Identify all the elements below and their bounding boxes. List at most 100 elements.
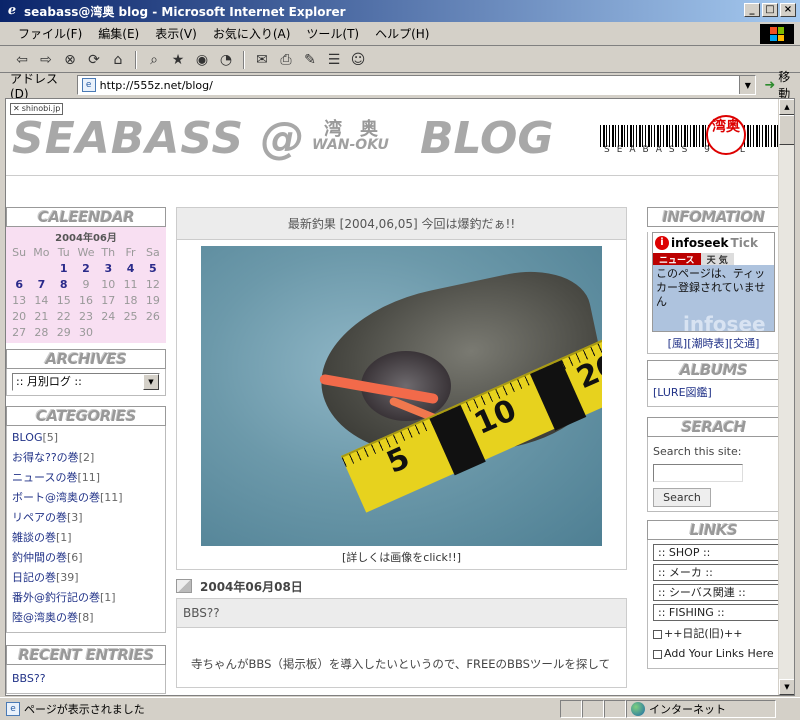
category-item[interactable]: 釣仲間の巻[6] — [12, 548, 160, 568]
print-icon[interactable]: ⎙ — [276, 50, 296, 70]
calendar-day[interactable]: 2 — [75, 262, 97, 275]
done-icon: e — [6, 702, 20, 716]
edit-icon[interactable]: ✎ — [300, 50, 320, 70]
close-button[interactable]: × — [780, 3, 796, 17]
info-links[interactable]: [風][潮時表][交通] — [648, 332, 779, 353]
infoseek-widget[interactable]: i infoseek Tick ニュース 天 気 このページは、ティッカー登録さ… — [652, 232, 775, 332]
globe-icon — [631, 702, 645, 716]
information-title: INFOMATION — [647, 207, 780, 227]
maximize-button[interactable]: □ — [762, 3, 778, 17]
fish-photo[interactable]: 5 10 20 30 — [201, 246, 602, 546]
minimize-button[interactable]: _ — [744, 3, 760, 17]
calendar-dow: Sa — [145, 246, 160, 259]
category-item[interactable]: 日記の巻[39] — [12, 568, 160, 588]
link-old-diary[interactable]: ++日記(旧)++ — [653, 624, 779, 644]
tab-weather[interactable]: 天 気 — [700, 253, 734, 266]
menu-tools[interactable]: ツール(T) — [298, 25, 367, 42]
go-button[interactable]: ➜ 移動 — [764, 68, 800, 102]
link-seabass[interactable]: :: シーバス関連 :: — [653, 584, 779, 601]
back-icon[interactable]: ⇦ — [12, 50, 32, 70]
calendar-day: 16 — [78, 294, 93, 307]
calendar-day[interactable]: 7 — [30, 278, 52, 291]
scroll-thumb[interactable] — [779, 115, 794, 145]
calendar: 2004年06月 Su Mo Tu We Th Fr Sa 1 2 3 4 5 6 7 8 9 10 11 12 13… — [6, 227, 166, 343]
albums-title: ALBUMS — [647, 360, 780, 380]
calendar-day[interactable]: 4 — [119, 262, 141, 275]
photo-caption-link[interactable]: [詳しくは画像をclick!!] — [177, 549, 626, 565]
infoseek-ticker-label: Tick — [730, 236, 758, 250]
category-count: [39] — [56, 571, 79, 584]
media-icon[interactable]: ◉ — [192, 50, 212, 70]
recent-entry-link[interactable]: BBS?? — [12, 669, 160, 689]
menu-help[interactable]: ヘルプ(H) — [367, 25, 437, 42]
post-body: 寺ちゃんがBBS（掲示板）を導入したいというので、FREEのBBSツールを探して — [176, 628, 627, 688]
category-name: 雑談の巻 — [12, 531, 56, 544]
link-add-yours[interactable]: Add Your Links Here — [653, 644, 779, 664]
infoseek-logo-icon: i — [655, 236, 669, 250]
calendar-day — [97, 326, 119, 339]
mail-icon[interactable]: ✉ — [252, 50, 272, 70]
history-icon[interactable]: ◔ — [216, 50, 236, 70]
favorites-icon[interactable]: ★ — [168, 50, 188, 70]
calendar-title: CALEENDAR — [6, 207, 166, 227]
featured-post-title: 最新釣果 [2004,06,05] 今回は爆釣だぁ!! — [177, 208, 626, 240]
menu-view[interactable]: 表示(V) — [147, 25, 205, 42]
category-item[interactable]: ニュースの巻[11] — [12, 468, 160, 488]
calendar-day[interactable]: 3 — [97, 262, 119, 275]
link-shop[interactable]: :: SHOP :: — [653, 544, 779, 561]
scroll-down-icon[interactable]: ▼ — [779, 679, 794, 695]
category-item[interactable]: BLOG[5] — [12, 428, 160, 448]
category-item[interactable]: リペアの巻[3] — [12, 508, 160, 528]
category-item[interactable]: 番外@釣行記の巻[1] — [12, 588, 160, 608]
window-title: seabass@湾奥 blog - Microsoft Internet Exp… — [24, 4, 346, 19]
discuss-icon[interactable]: ☰ — [324, 50, 344, 70]
post-title[interactable]: BBS?? — [176, 598, 627, 628]
refresh-icon[interactable]: ⟳ — [84, 50, 104, 70]
calendar-day[interactable]: 5 — [142, 262, 164, 275]
album-link[interactable]: [LURE図鑑] — [653, 384, 774, 402]
archives-select[interactable]: :: 月別ログ :: ▼ — [12, 373, 160, 391]
calendar-day[interactable]: 1 — [53, 262, 75, 275]
categories-title: CATEGORIES — [6, 406, 166, 426]
search-button[interactable]: Search — [653, 488, 711, 507]
address-dropdown-icon[interactable]: ▼ — [739, 76, 756, 94]
category-item[interactable]: ボート@湾奥の巻[11] — [12, 488, 160, 508]
search-icon[interactable]: ⌕ — [144, 50, 164, 70]
hanko-seal: 湾奥 — [706, 115, 746, 155]
calendar-day: 14 — [34, 294, 49, 307]
address-input[interactable]: e http://555z.net/blog/ ▼ — [76, 75, 757, 95]
search-input[interactable] — [653, 464, 743, 482]
category-item[interactable]: 雑談の巻[1] — [12, 528, 160, 548]
menu-file[interactable]: ファイル(F) — [10, 25, 90, 42]
calendar-day[interactable]: 6 — [8, 278, 30, 291]
chevron-down-icon[interactable]: ▼ — [143, 374, 159, 390]
stop-icon[interactable]: ⊗ — [60, 50, 80, 70]
calendar-dow: Tu — [57, 246, 70, 259]
menu-edit[interactable]: 編集(E) — [90, 25, 147, 42]
featured-post: 最新釣果 [2004,06,05] 今回は爆釣だぁ!! 5 10 20 30 [… — [176, 207, 627, 570]
calendar-day: 23 — [78, 310, 93, 323]
category-count: [1] — [100, 591, 116, 604]
category-item[interactable]: 陸@湾奥の巻[8] — [12, 608, 160, 628]
link-fishing[interactable]: :: FISHING :: — [653, 604, 779, 621]
home-icon[interactable]: ⌂ — [108, 50, 128, 70]
scroll-up-icon[interactable]: ▲ — [779, 99, 794, 115]
category-count: [6] — [67, 551, 83, 564]
search-label: Search this site: — [653, 445, 742, 458]
tab-news[interactable]: ニュース — [653, 253, 701, 266]
security-zone: インターネット — [626, 700, 776, 718]
status-section — [560, 700, 582, 718]
link-maker[interactable]: :: メーカ :: — [653, 564, 779, 581]
calendar-day[interactable]: 8 — [53, 278, 75, 291]
calendar-day: 21 — [34, 310, 49, 323]
address-label: アドレス(D) — [10, 71, 59, 101]
vertical-scrollbar[interactable]: ▲ ▼ — [778, 99, 794, 695]
category-item[interactable]: お得な??の巻[2] — [12, 448, 160, 468]
archives-title: ARCHIVES — [6, 349, 166, 369]
main-content: 最新釣果 [2004,06,05] 今回は爆釣だぁ!! 5 10 20 30 [… — [176, 207, 627, 688]
menu-favorites[interactable]: お気に入り(A) — [205, 25, 299, 42]
messenger-icon[interactable]: ☺ — [348, 50, 368, 70]
search-title: SERACH — [647, 417, 780, 437]
forward-icon[interactable]: ⇨ — [36, 50, 56, 70]
link-add-yours-label: Add Your Links Here — [664, 647, 774, 660]
